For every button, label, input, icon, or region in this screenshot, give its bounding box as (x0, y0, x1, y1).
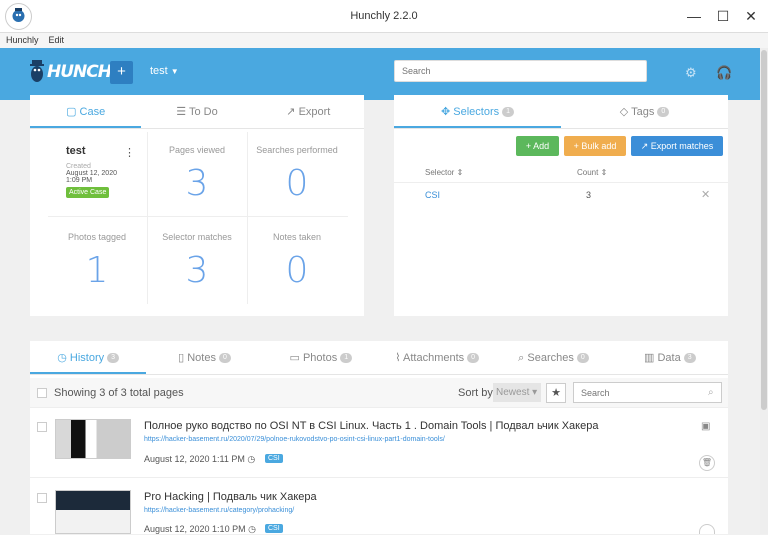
trash-icon[interactable] (699, 524, 715, 534)
chart-icon: ▥ (643, 352, 655, 364)
row-checkbox[interactable] (37, 422, 47, 432)
clock-icon: ◷ (247, 454, 256, 464)
minimize-button[interactable]: — (684, 6, 704, 26)
headset-icon[interactable]: 🎧 (716, 65, 732, 81)
tab-selectors[interactable]: ✥ Selectors 1 (394, 95, 561, 128)
search-icon: ⌕ (708, 387, 714, 398)
page-tag[interactable]: CSI (265, 454, 283, 463)
tab-export[interactable]: ↗ Export (253, 95, 364, 128)
page-date: August 12, 2020 1:11 PM ◷ (144, 454, 256, 464)
window-title: Hunchly 2.2.0 (350, 10, 418, 22)
created-time: 1:09 PM (66, 177, 93, 184)
tab-data[interactable]: ▥ Data 3 (612, 341, 728, 374)
sort-label: Sort by (458, 387, 493, 399)
showing-count: Showing 3 of 3 total pages (54, 387, 184, 399)
trash-icon[interactable]: 🗑 (699, 455, 715, 471)
crosshair-icon: ✥ (440, 106, 451, 118)
history-toolbar: Showing 3 of 3 total pages Sort by Newes… (30, 378, 728, 408)
clock-icon: ◷ (57, 352, 67, 364)
page-url[interactable]: https://hacker-basement.ru/2020/07/29/po… (144, 436, 445, 443)
global-search-input[interactable] (394, 60, 647, 82)
export-icon: ↗ (640, 141, 649, 151)
case-selector[interactable]: test ▼ (150, 65, 179, 77)
export-icon: ↗ (286, 106, 296, 118)
status-badge: Active Case (66, 187, 110, 198)
gear-icon[interactable]: ⚙ (685, 65, 697, 81)
tab-photos[interactable]: ▭ Photos 1 (263, 341, 379, 374)
clock-icon: ◷ (248, 524, 256, 534)
menu-bar: Hunchly Edit (0, 33, 768, 48)
image-icon: ▭ (289, 352, 300, 364)
note-icon: ▯ (178, 352, 185, 364)
photo-icon[interactable]: ▣ (701, 421, 710, 432)
selector-value[interactable]: CSI (425, 190, 440, 200)
stat-notes-taken: Notes taken 0 (272, 232, 322, 291)
history-panel-tabs: ◷ History 3 ▯ Notes 0 ▭ Photos 1 ⌇ Attachme… (30, 341, 728, 378)
history-row[interactable]: Полное руко водство по OSI NT в CSI Linu… (30, 408, 728, 478)
page-url[interactable]: https://hacker-basement.ru/category/proh… (144, 507, 294, 514)
app-header: HUNCHLY + test ▼ ⚙ 🎧 (0, 48, 768, 100)
sort-select[interactable]: Newest ▾ (493, 383, 541, 402)
bulk-add-button[interactable]: + Bulk add (564, 136, 626, 156)
tab-case[interactable]: ▢ Case (30, 95, 142, 128)
maximize-button[interactable]: ☐ (713, 6, 733, 26)
briefcase-icon: ▢ (66, 106, 77, 118)
column-selector[interactable]: Selector ⇕ (425, 168, 463, 177)
close-button[interactable]: ✕ (741, 6, 761, 26)
stat-searches-performed: Searches performed 0 (256, 145, 338, 204)
stat-photos-tagged: Photos tagged 1 (67, 232, 127, 291)
stat-pages-viewed: Pages viewed 3 (168, 145, 226, 204)
page-date: August 12, 2020 1:10 PM ◷ (144, 524, 256, 534)
tab-attachments[interactable]: ⌇ Attachments 0 (379, 341, 495, 374)
search-icon: ⌕ (518, 352, 525, 364)
tab-history[interactable]: ◷ History 3 (30, 341, 147, 374)
selectors-panel: ✥ Selectors 1 ◇ Tags 0 + Add + Bulk add ↗ … (394, 95, 728, 316)
list-icon: ☰ (176, 106, 187, 118)
selector-count: 3 (586, 190, 592, 200)
new-case-button[interactable]: + (110, 61, 133, 84)
row-checkbox[interactable] (37, 493, 47, 503)
page-title[interactable]: Pro Hacking | Подваль чик Хакера (144, 491, 317, 503)
paperclip-icon: ⌇ (395, 352, 401, 364)
created-date: August 12, 2020 (66, 170, 117, 177)
created-label: Created (66, 163, 91, 170)
column-count[interactable]: Count ⇕ (577, 168, 607, 177)
history-search-input[interactable] (573, 382, 722, 403)
tab-todo[interactable]: ☰ To Do (141, 95, 252, 128)
star-icon[interactable]: ★ (546, 383, 566, 403)
scrollbar-thumb[interactable] (761, 50, 767, 410)
menu-edit[interactable]: Edit (43, 33, 69, 45)
menu-hunchly[interactable]: Hunchly (0, 33, 43, 45)
tab-notes[interactable]: ▯ Notes 0 (146, 341, 262, 374)
scrollbar[interactable] (760, 48, 768, 534)
page-title[interactable]: Полное руко водство по OSI NT в CSI Linu… (144, 420, 598, 432)
tab-searches[interactable]: ⌕ Searches 0 (495, 341, 611, 374)
stat-selector-matches: Selector matches 3 (162, 232, 232, 291)
add-selector-button[interactable]: + Add (516, 136, 559, 156)
title-bar: Hunchly 2.2.0 — ☐ ✕ (0, 0, 768, 33)
tag-icon: ◇ (619, 106, 629, 118)
page-tag[interactable]: CSI (265, 524, 283, 533)
delete-selector-icon[interactable]: ✕ (701, 188, 710, 201)
case-panel: ▢ Case ☰ To Do ↗ Export test Created Aug… (30, 95, 364, 316)
tab-tags[interactable]: ◇ Tags 0 (561, 95, 728, 128)
more-options-icon[interactable]: ⋮ (124, 146, 135, 159)
chevron-down-icon: ▼ (170, 67, 179, 76)
history-row[interactable]: Pro Hacking | Подваль чик Хакера https:/… (30, 478, 728, 534)
case-name: test (66, 145, 86, 157)
page-thumbnail[interactable] (55, 419, 131, 459)
hunchly-mascot-icon (30, 60, 44, 82)
case-info: test Created August 12, 2020 1:09 PM Act… (66, 145, 117, 198)
page-thumbnail[interactable] (55, 490, 131, 534)
select-all-checkbox[interactable] (37, 388, 47, 398)
export-matches-button[interactable]: ↗ Export matches (631, 136, 723, 156)
